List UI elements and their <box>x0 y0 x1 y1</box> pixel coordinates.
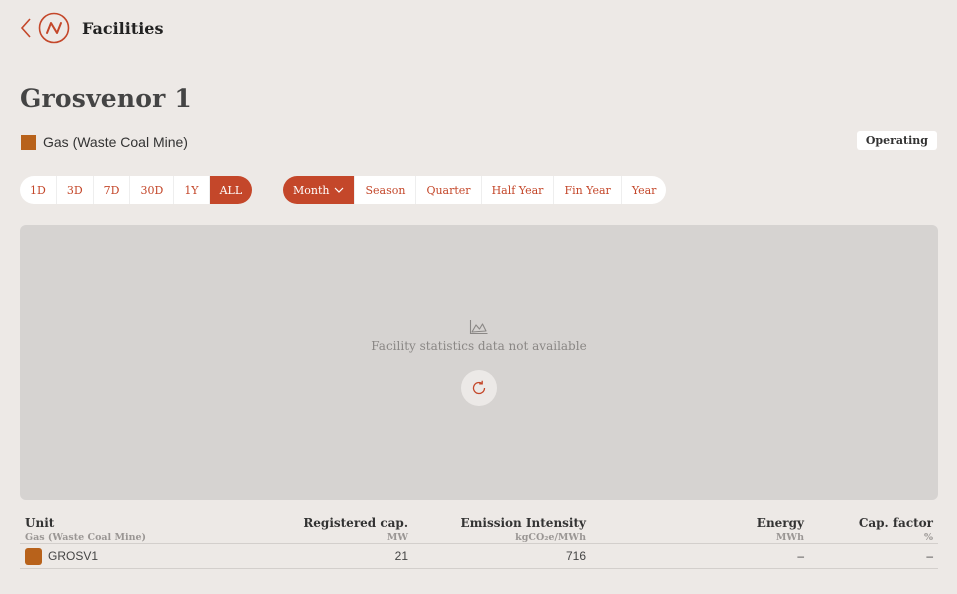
registered-cap-cell: 21 <box>394 549 408 563</box>
back-chevron-icon[interactable] <box>18 13 34 43</box>
range-all-button[interactable]: ALL <box>209 176 253 204</box>
interval-half-year-button[interactable]: Half Year <box>482 176 555 204</box>
status-badge: Operating <box>856 131 937 150</box>
unit-cell: GROSV1 <box>20 544 240 569</box>
app-logo-icon[interactable] <box>38 12 70 44</box>
interval-selector: Month Season Quarter Half Year Fin Year … <box>283 176 667 204</box>
range-1d-button[interactable]: 1D <box>20 176 57 204</box>
fuel-tech: Gas (Waste Coal Mine) <box>21 134 188 150</box>
interval-season-button[interactable]: Season <box>355 176 417 204</box>
refresh-icon <box>472 380 486 395</box>
col-emission-intensity: Emission Intensity kgCO₂e/MWh <box>460 516 586 543</box>
reload-button[interactable] <box>461 370 497 406</box>
unit-color-swatch <box>25 547 42 565</box>
interval-quarter-button[interactable]: Quarter <box>416 176 482 204</box>
col-energy: Energy MWh <box>756 516 804 543</box>
range-7d-button[interactable]: 7D <box>94 176 131 204</box>
interval-month-label: Month <box>293 183 330 197</box>
units-table: Unit Gas (Waste Coal Mine) Registered ca… <box>20 516 938 569</box>
range-1y-button[interactable]: 1Y <box>174 176 210 204</box>
energy-cell: – <box>797 549 804 563</box>
interval-year-button[interactable]: Year <box>622 176 667 204</box>
interval-month-dropdown[interactable]: Month <box>283 176 356 204</box>
empty-message: Facility statistics data not available <box>371 339 587 353</box>
fuel-color-swatch <box>21 134 36 150</box>
col-registered-cap: Registered cap. MW <box>303 516 408 543</box>
range-30d-button[interactable]: 30D <box>130 176 175 204</box>
top-nav: Facilities <box>18 12 163 44</box>
cap-factor-cell: – <box>926 549 933 563</box>
table-header-row: Unit Gas (Waste Coal Mine) Registered ca… <box>20 516 938 544</box>
chart-area: Facility statistics data not available <box>20 225 938 500</box>
col-cap-factor: Cap. factor % <box>858 516 933 543</box>
fuel-tech-label: Gas (Waste Coal Mine) <box>43 134 188 150</box>
table-row[interactable]: GROSV1 21 716 – – <box>20 544 938 569</box>
page-title: Grosvenor 1 <box>20 84 193 113</box>
col-unit: Unit Gas (Waste Coal Mine) <box>25 516 147 543</box>
range-3d-button[interactable]: 3D <box>57 176 94 204</box>
emission-intensity-cell: 716 <box>565 549 586 563</box>
interval-fin-year-button[interactable]: Fin Year <box>554 176 622 204</box>
chevron-down-icon <box>334 187 344 193</box>
area-chart-icon <box>469 320 488 335</box>
range-selector: 1D 3D 7D 30D 1Y ALL <box>20 176 253 204</box>
unit-code: GROSV1 <box>48 549 99 563</box>
nav-title: Facilities <box>82 18 164 38</box>
